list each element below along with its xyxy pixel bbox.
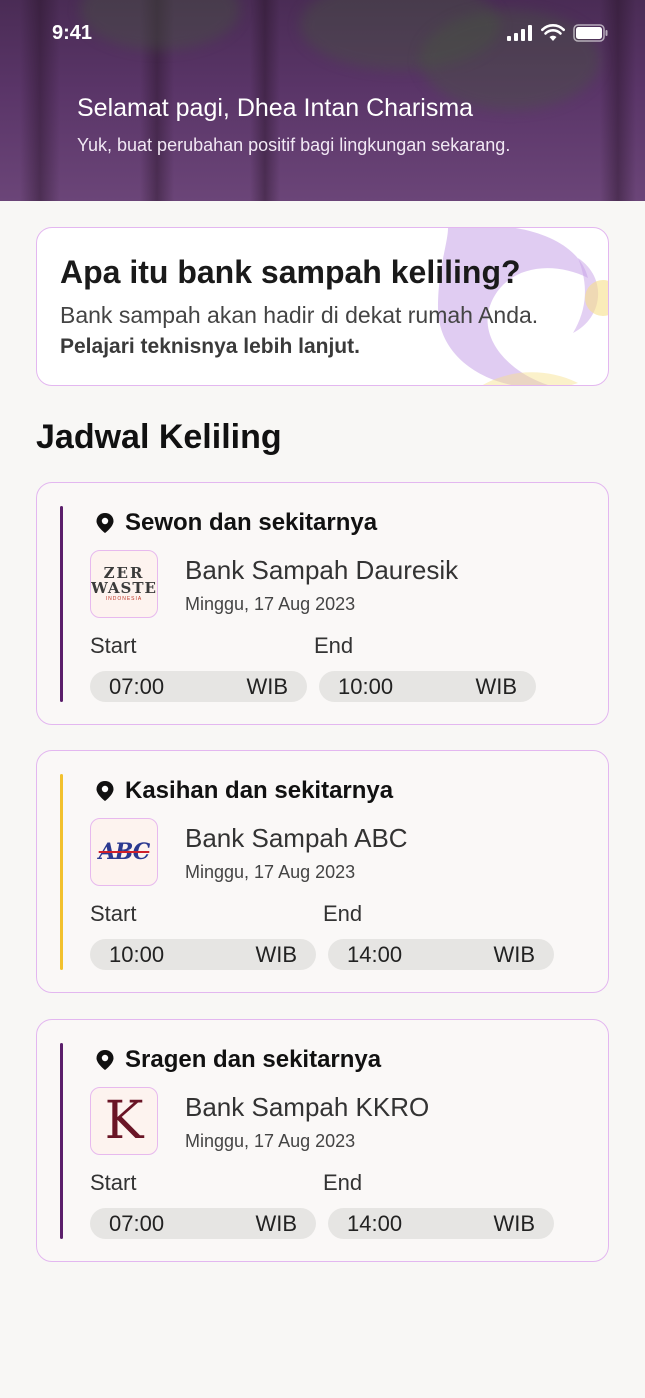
info-title: Apa itu bank sampah keliling? (60, 254, 521, 290)
signal-icon (507, 25, 532, 41)
bank-name: Bank Sampah KKRO (185, 1092, 430, 1122)
timezone-label: WIB (255, 1210, 297, 1236)
schedule-card[interactable]: Sewon dan sekitarnya ZER WASTE INDONESIA… (36, 482, 609, 725)
bank-date: Minggu, 17 Aug 2023 (185, 1131, 356, 1151)
start-label: Start (90, 633, 137, 658)
start-time: 07:00 (109, 1210, 165, 1236)
location-row: Sewon dan sekitarnya (95, 509, 377, 537)
info-card[interactable]: Apa itu bank sampah keliling? Bank sampa… (36, 227, 609, 386)
location-label: Sragen dan sekitarnya (125, 1046, 382, 1073)
location-label: Sewon dan sekitarnya (125, 509, 378, 536)
location-pin-icon (96, 513, 114, 533)
end-time-field: 14:00 WIB (328, 1208, 554, 1239)
bank-name: Bank Sampah ABC (185, 823, 408, 853)
location-row: Kasihan dan sekitarnya (95, 777, 393, 805)
kkro-logo: K (104, 1091, 144, 1151)
bank-name: Bank Sampah Dauresik (185, 555, 459, 585)
end-label: End (314, 633, 354, 658)
zero-waste-logo: ZER WASTE INDONESIA (91, 564, 157, 602)
timezone-label: WIB (475, 673, 517, 699)
battery-icon (573, 24, 608, 42)
status-bar: 9:41 (0, 0, 645, 70)
bank-date: Minggu, 17 Aug 2023 (185, 862, 356, 882)
location-row: Sragen dan sekitarnya (95, 1046, 381, 1074)
start-time-field: 07:00 WIB (90, 1208, 316, 1239)
accent-bar (60, 1043, 63, 1239)
schedule-card[interactable]: Kasihan dan sekitarnya ABC Bank Sampah A… (36, 750, 609, 993)
timezone-label: WIB (493, 1210, 535, 1236)
bank-logo: K (90, 1087, 158, 1155)
timezone-label: WIB (246, 673, 288, 699)
info-text: Bank sampah akan hadir di dekat rumah An… (60, 302, 539, 328)
end-time: 10:00 (338, 673, 394, 699)
location-pin-icon (96, 781, 114, 801)
bank-date: Minggu, 17 Aug 2023 (185, 594, 356, 614)
accent-bar (60, 774, 63, 970)
status-time: 9:41 (52, 22, 93, 44)
learn-more-link[interactable]: Pelajari teknisnya lebih lanjut. (60, 335, 360, 359)
accent-bar (60, 506, 63, 702)
start-label: Start (90, 901, 137, 926)
abc-logo: ABC (98, 839, 151, 865)
end-time-field: 10:00 WIB (319, 671, 536, 702)
status-icons (507, 24, 609, 42)
start-time-field: 10:00 WIB (90, 939, 316, 970)
start-time-field: 07:00 WIB (90, 671, 307, 702)
location-label: Kasihan dan sekitarnya (125, 777, 394, 804)
wifi-icon (541, 24, 565, 41)
end-time: 14:00 (347, 941, 403, 967)
end-label: End (323, 1170, 363, 1195)
section-title: Jadwal Keliling (36, 418, 282, 456)
schedule-card[interactable]: Sragen dan sekitarnya K Bank Sampah KKRO… (36, 1019, 609, 1262)
greeting-title: Selamat pagi, Dhea Intan Charisma (77, 94, 474, 122)
end-time-field: 14:00 WIB (328, 939, 554, 970)
end-label: End (323, 901, 363, 926)
start-time: 10:00 (109, 941, 165, 967)
bank-logo: ZER WASTE INDONESIA (90, 550, 158, 618)
header-banner: 9:41 Selamat pagi, Dhea Intan Charisma Y… (0, 0, 645, 201)
start-time: 07:00 (109, 673, 165, 699)
greeting-subtitle: Yuk, buat perubahan positif bagi lingkun… (77, 135, 511, 155)
end-time: 14:00 (347, 1210, 403, 1236)
bank-logo: ABC (90, 818, 158, 886)
start-label: Start (90, 1170, 137, 1195)
timezone-label: WIB (493, 941, 535, 967)
location-pin-icon (96, 1050, 114, 1070)
timezone-label: WIB (255, 941, 297, 967)
